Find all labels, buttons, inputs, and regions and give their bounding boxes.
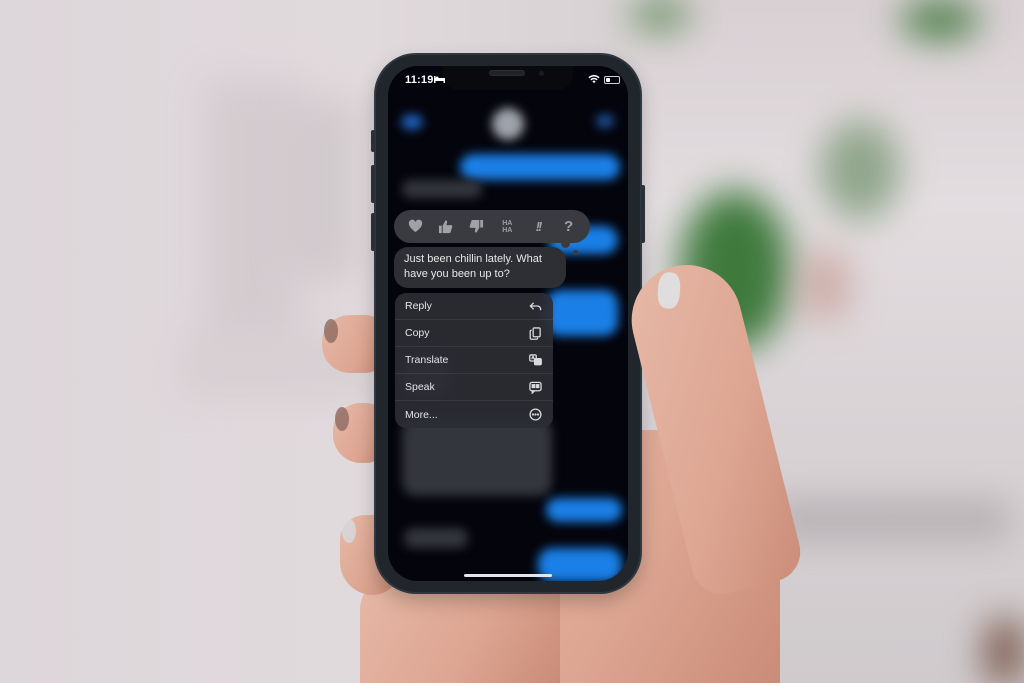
tapback-haha[interactable]: HA HA — [495, 216, 519, 238]
tapback-tail — [573, 250, 578, 255]
more-icon — [528, 408, 542, 422]
home-indicator[interactable] — [464, 574, 552, 577]
speak-icon — [528, 380, 542, 394]
menu-item-label: Speak — [405, 381, 435, 393]
question-icon: ? — [564, 218, 574, 235]
status-bar: 11:19 — [388, 66, 628, 90]
translate-icon — [528, 353, 542, 367]
menu-item-translate[interactable]: Translate — [395, 347, 553, 374]
video-call-button-blurred — [596, 114, 614, 128]
haha-icon: HA HA — [502, 220, 512, 234]
tapback-thumbs-down[interactable] — [465, 216, 489, 238]
menu-item-more[interactable]: More... — [395, 401, 553, 428]
status-time: 11:19 — [405, 74, 434, 86]
received-bubble-blurred — [402, 418, 552, 496]
background-pot — [800, 250, 850, 320]
battery-level — [606, 78, 610, 82]
background-window — [290, 100, 360, 280]
thumbs-down-icon — [469, 219, 484, 233]
received-bubble-blurred — [402, 180, 482, 198]
wifi-icon — [588, 74, 600, 84]
menu-item-copy[interactable]: Copy — [395, 320, 553, 347]
thumbnail — [656, 271, 682, 310]
haha-label-top: HA — [502, 219, 513, 227]
sent-bubble-blurred — [546, 290, 618, 336]
contact-avatar-blurred — [492, 108, 524, 140]
smartphone: 11:19 HA HA !! ? Just been chillin latel… — [371, 55, 645, 592]
message-context-menu: Reply Copy Translate Speak More... — [395, 293, 553, 428]
fingernail — [342, 519, 356, 543]
sent-bubble-blurred — [460, 154, 620, 180]
sleep-focus-icon — [434, 76, 445, 83]
reply-icon — [528, 299, 542, 313]
received-bubble-blurred — [404, 528, 468, 548]
heart-icon — [408, 219, 422, 233]
tapback-question[interactable]: ? — [557, 216, 581, 238]
menu-item-label: More... — [405, 408, 438, 421]
menu-item-speak[interactable]: Speak — [395, 374, 553, 401]
tapback-bar: HA HA !! ? — [394, 210, 590, 255]
fingernail — [324, 319, 338, 343]
tapback-emphasize[interactable]: !! — [526, 216, 550, 238]
selected-message-bubble[interactable]: Just been chillin lately. What have you … — [394, 247, 566, 288]
copy-icon — [528, 326, 542, 340]
background-plant — [820, 120, 900, 220]
background-object — [985, 620, 1024, 683]
background-shelf — [770, 500, 1010, 540]
tapback-heart[interactable] — [403, 216, 427, 238]
back-button-blurred — [401, 114, 423, 130]
thumbs-up-icon — [439, 220, 453, 234]
menu-item-label: Translate — [405, 354, 449, 366]
fingernail — [335, 407, 349, 431]
background-plant — [630, 0, 690, 30]
menu-item-reply[interactable]: Reply — [395, 293, 553, 320]
tapback-thumbs-up[interactable] — [434, 216, 458, 238]
menu-item-label: Copy — [405, 327, 430, 339]
power-button — [641, 185, 645, 243]
menu-item-label: Reply — [405, 300, 432, 312]
sent-bubble-blurred — [546, 498, 622, 522]
background-plant — [900, 0, 980, 40]
phone-screen: 11:19 HA HA !! ? Just been chillin latel… — [388, 66, 628, 581]
action-switch — [371, 130, 375, 152]
volume-down-button — [371, 213, 375, 251]
haha-label-bottom: HA — [502, 226, 513, 234]
volume-up-button — [371, 165, 375, 203]
double-exclamation-icon: !! — [535, 219, 543, 234]
background-window — [205, 80, 300, 340]
battery-icon — [604, 76, 620, 84]
